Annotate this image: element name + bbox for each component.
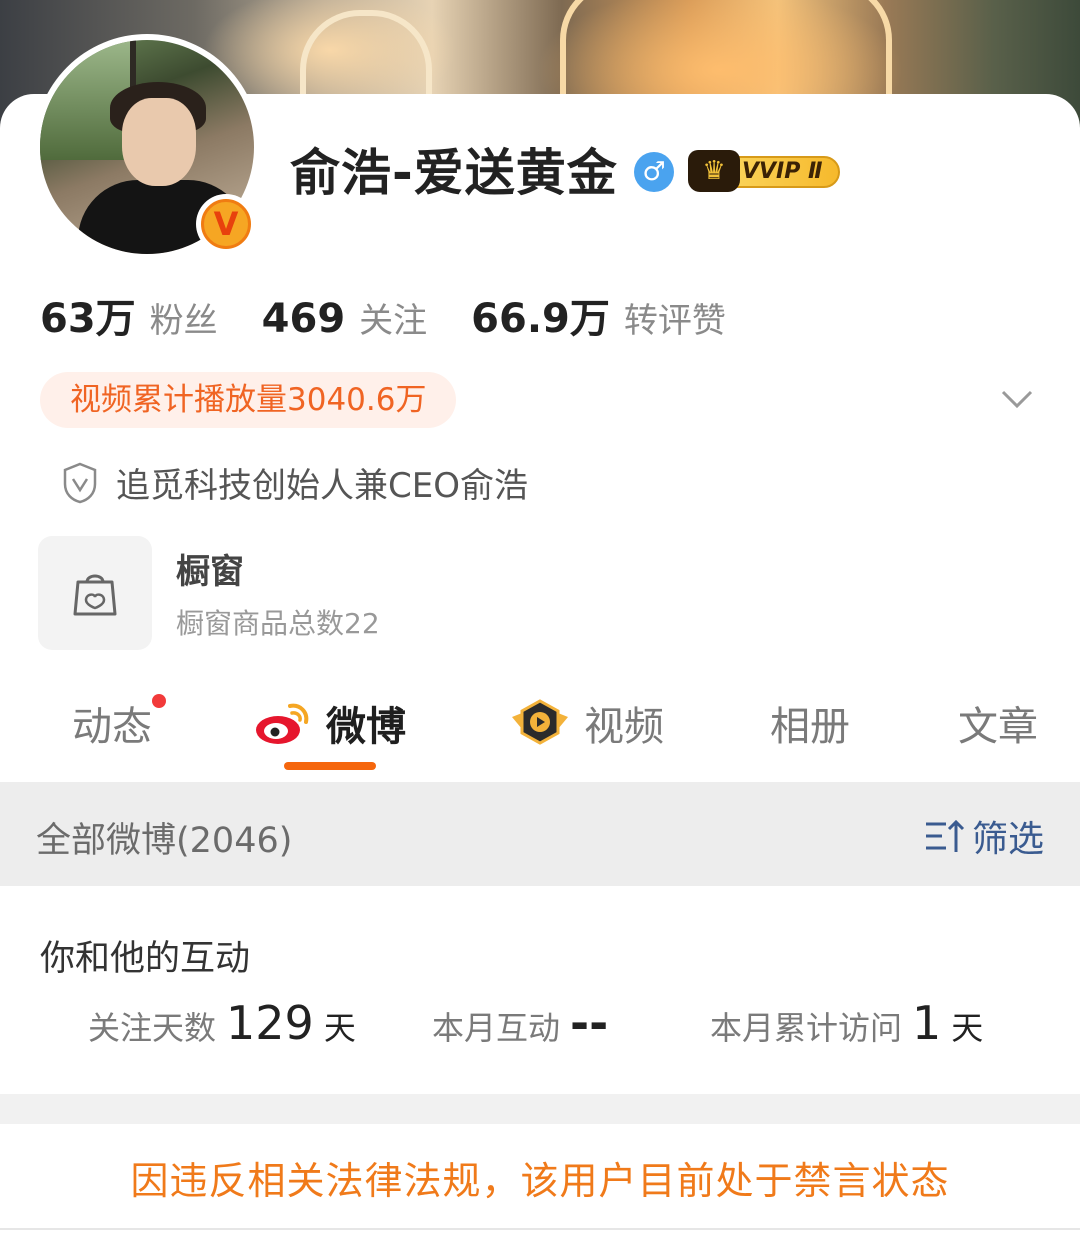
crown-icon: ♛ <box>688 150 740 192</box>
verification-info: 追觅科技创始人兼CEO俞浩 <box>62 458 528 507</box>
stat-fans[interactable]: 63万 粉丝 <box>40 286 218 344</box>
stat-value: 66.9万 <box>471 296 610 342</box>
tab-label: 相册 <box>770 704 850 750</box>
stat-label: 粉丝 <box>149 301 218 341</box>
stat-label: 关注 <box>359 301 428 341</box>
stat-value: 63万 <box>40 296 136 342</box>
profile-stats: 63万 粉丝 469 关注 66.9万 转评赞 <box>40 286 770 342</box>
stat-likes[interactable]: 66.9万 转评赞 <box>471 286 726 344</box>
filter-bar: 全部微博(2046) 筛选 <box>0 782 1080 886</box>
stat-following[interactable]: 469 关注 <box>262 293 428 342</box>
metric-month-visits: 本月累计访问 1 天 <box>710 996 983 1050</box>
profile-name: 俞浩-爱送黄金 <box>290 144 618 202</box>
ban-notice: 因违反相关法律法规，该用户目前处于禁言状态 <box>130 1159 950 1203</box>
metric-month-interaction: 本月互动 -- <box>432 996 618 1050</box>
shop-title[interactable]: 橱窗 <box>176 544 244 593</box>
filter-label: 筛选 <box>972 819 1045 860</box>
tab-feed[interactable]: 动态 <box>72 694 166 752</box>
metric-follow-days: 关注天数 129 天 <box>88 996 356 1050</box>
filter-button[interactable]: 筛选 <box>924 810 1044 862</box>
tab-video[interactable]: 视频 <box>510 694 664 752</box>
shield-icon <box>63 462 97 503</box>
chevron-down-icon[interactable] <box>1000 382 1034 416</box>
stat-label: 转评赞 <box>623 301 726 341</box>
filter-icon <box>926 819 965 852</box>
notification-dot <box>152 694 166 708</box>
tab-label: 视频 <box>584 704 664 750</box>
section-divider <box>0 1094 1080 1124</box>
bottom-divider <box>0 1228 1080 1230</box>
verified-badge-icon: V <box>196 194 256 254</box>
metric-value: 129 <box>226 996 314 1050</box>
vvip-label: VVIP Ⅱ <box>728 156 840 188</box>
metric-label: 关注天数 <box>88 1009 217 1047</box>
tab-articles[interactable]: 文章 <box>958 694 1038 752</box>
tab-album[interactable]: 相册 <box>770 694 850 752</box>
tab-label: 动态 <box>72 704 152 750</box>
metric-value: -- <box>570 996 609 1050</box>
shopping-bag-icon <box>73 574 117 616</box>
vvip-badge[interactable]: VVIP Ⅱ ♛ <box>688 150 842 192</box>
stat-value: 469 <box>261 296 346 342</box>
active-tab-indicator <box>284 762 376 770</box>
metric-label: 本月互动 <box>432 1009 561 1047</box>
shop-window-button[interactable] <box>38 536 152 650</box>
video-badge-icon <box>512 699 568 745</box>
shop-subtitle: 橱窗商品总数22 <box>176 607 380 640</box>
profile-tabs: 动态 微博 视频 相册 文章 <box>0 684 1080 780</box>
tab-weibo[interactable]: 微博 <box>254 694 406 752</box>
tab-label: 微博 <box>326 704 406 750</box>
metric-unit: 天 <box>951 1009 984 1047</box>
verification-text: 追觅科技创始人兼CEO俞浩 <box>116 466 528 506</box>
metric-label: 本月累计访问 <box>710 1009 903 1047</box>
metric-unit: 天 <box>323 1009 356 1047</box>
interaction-metrics: 关注天数 129 天 本月互动 -- 本月累计访问 1 天 <box>0 996 1080 1066</box>
all-posts-count: 全部微博(2046) <box>36 821 293 861</box>
interaction-title: 你和他的互动 <box>40 939 251 979</box>
video-play-count-pill[interactable]: 视频累计播放量3040.6万 <box>40 372 457 428</box>
tab-label: 文章 <box>958 704 1038 750</box>
male-gender-icon: ♂ <box>634 152 674 192</box>
metric-value: 1 <box>912 996 942 1050</box>
weibo-logo-icon <box>256 703 309 744</box>
